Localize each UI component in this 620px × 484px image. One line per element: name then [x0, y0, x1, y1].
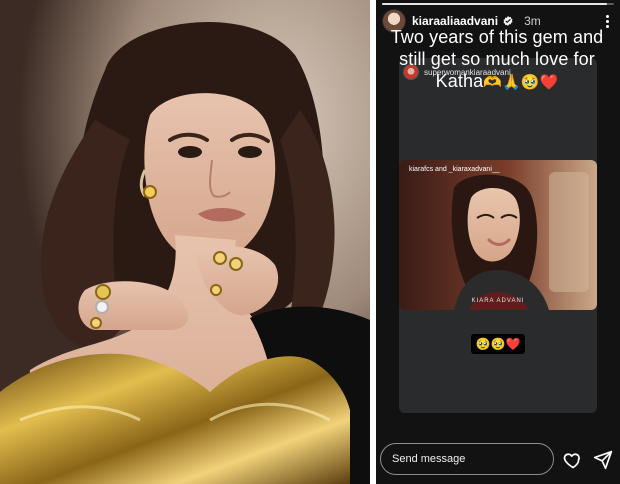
caption-emojis: 🫶🙏🥹❤️ — [483, 74, 559, 91]
portrait-photo — [0, 0, 370, 484]
heart-icon[interactable] — [563, 450, 583, 470]
video-frame-illustration — [399, 160, 597, 310]
story-progress-bar — [382, 3, 614, 5]
instagram-story-panel: kiaraaliaadvani 3m superwomankiaraadvani… — [376, 0, 620, 484]
video-clip-thumbnail[interactable]: kiarafcs and _kiaraxadvani__ KIARA ADVAN… — [399, 160, 597, 310]
send-message-input[interactable] — [381, 444, 553, 474]
clip-caption: KIARA ADVANI — [471, 298, 525, 304]
reaction-emojis: 🥹🥹❤️ — [471, 334, 525, 354]
clip-collab-label: kiarafcs and _kiaraxadvani__ — [409, 166, 500, 173]
story-reply-bar — [376, 438, 620, 484]
portrait-illustration — [0, 0, 370, 484]
send-message-container[interactable] — [380, 443, 554, 475]
story-progress-fill — [382, 3, 608, 5]
paper-plane-icon[interactable] — [593, 450, 613, 470]
story-caption: Two years of this gem and still get so m… — [378, 26, 616, 94]
